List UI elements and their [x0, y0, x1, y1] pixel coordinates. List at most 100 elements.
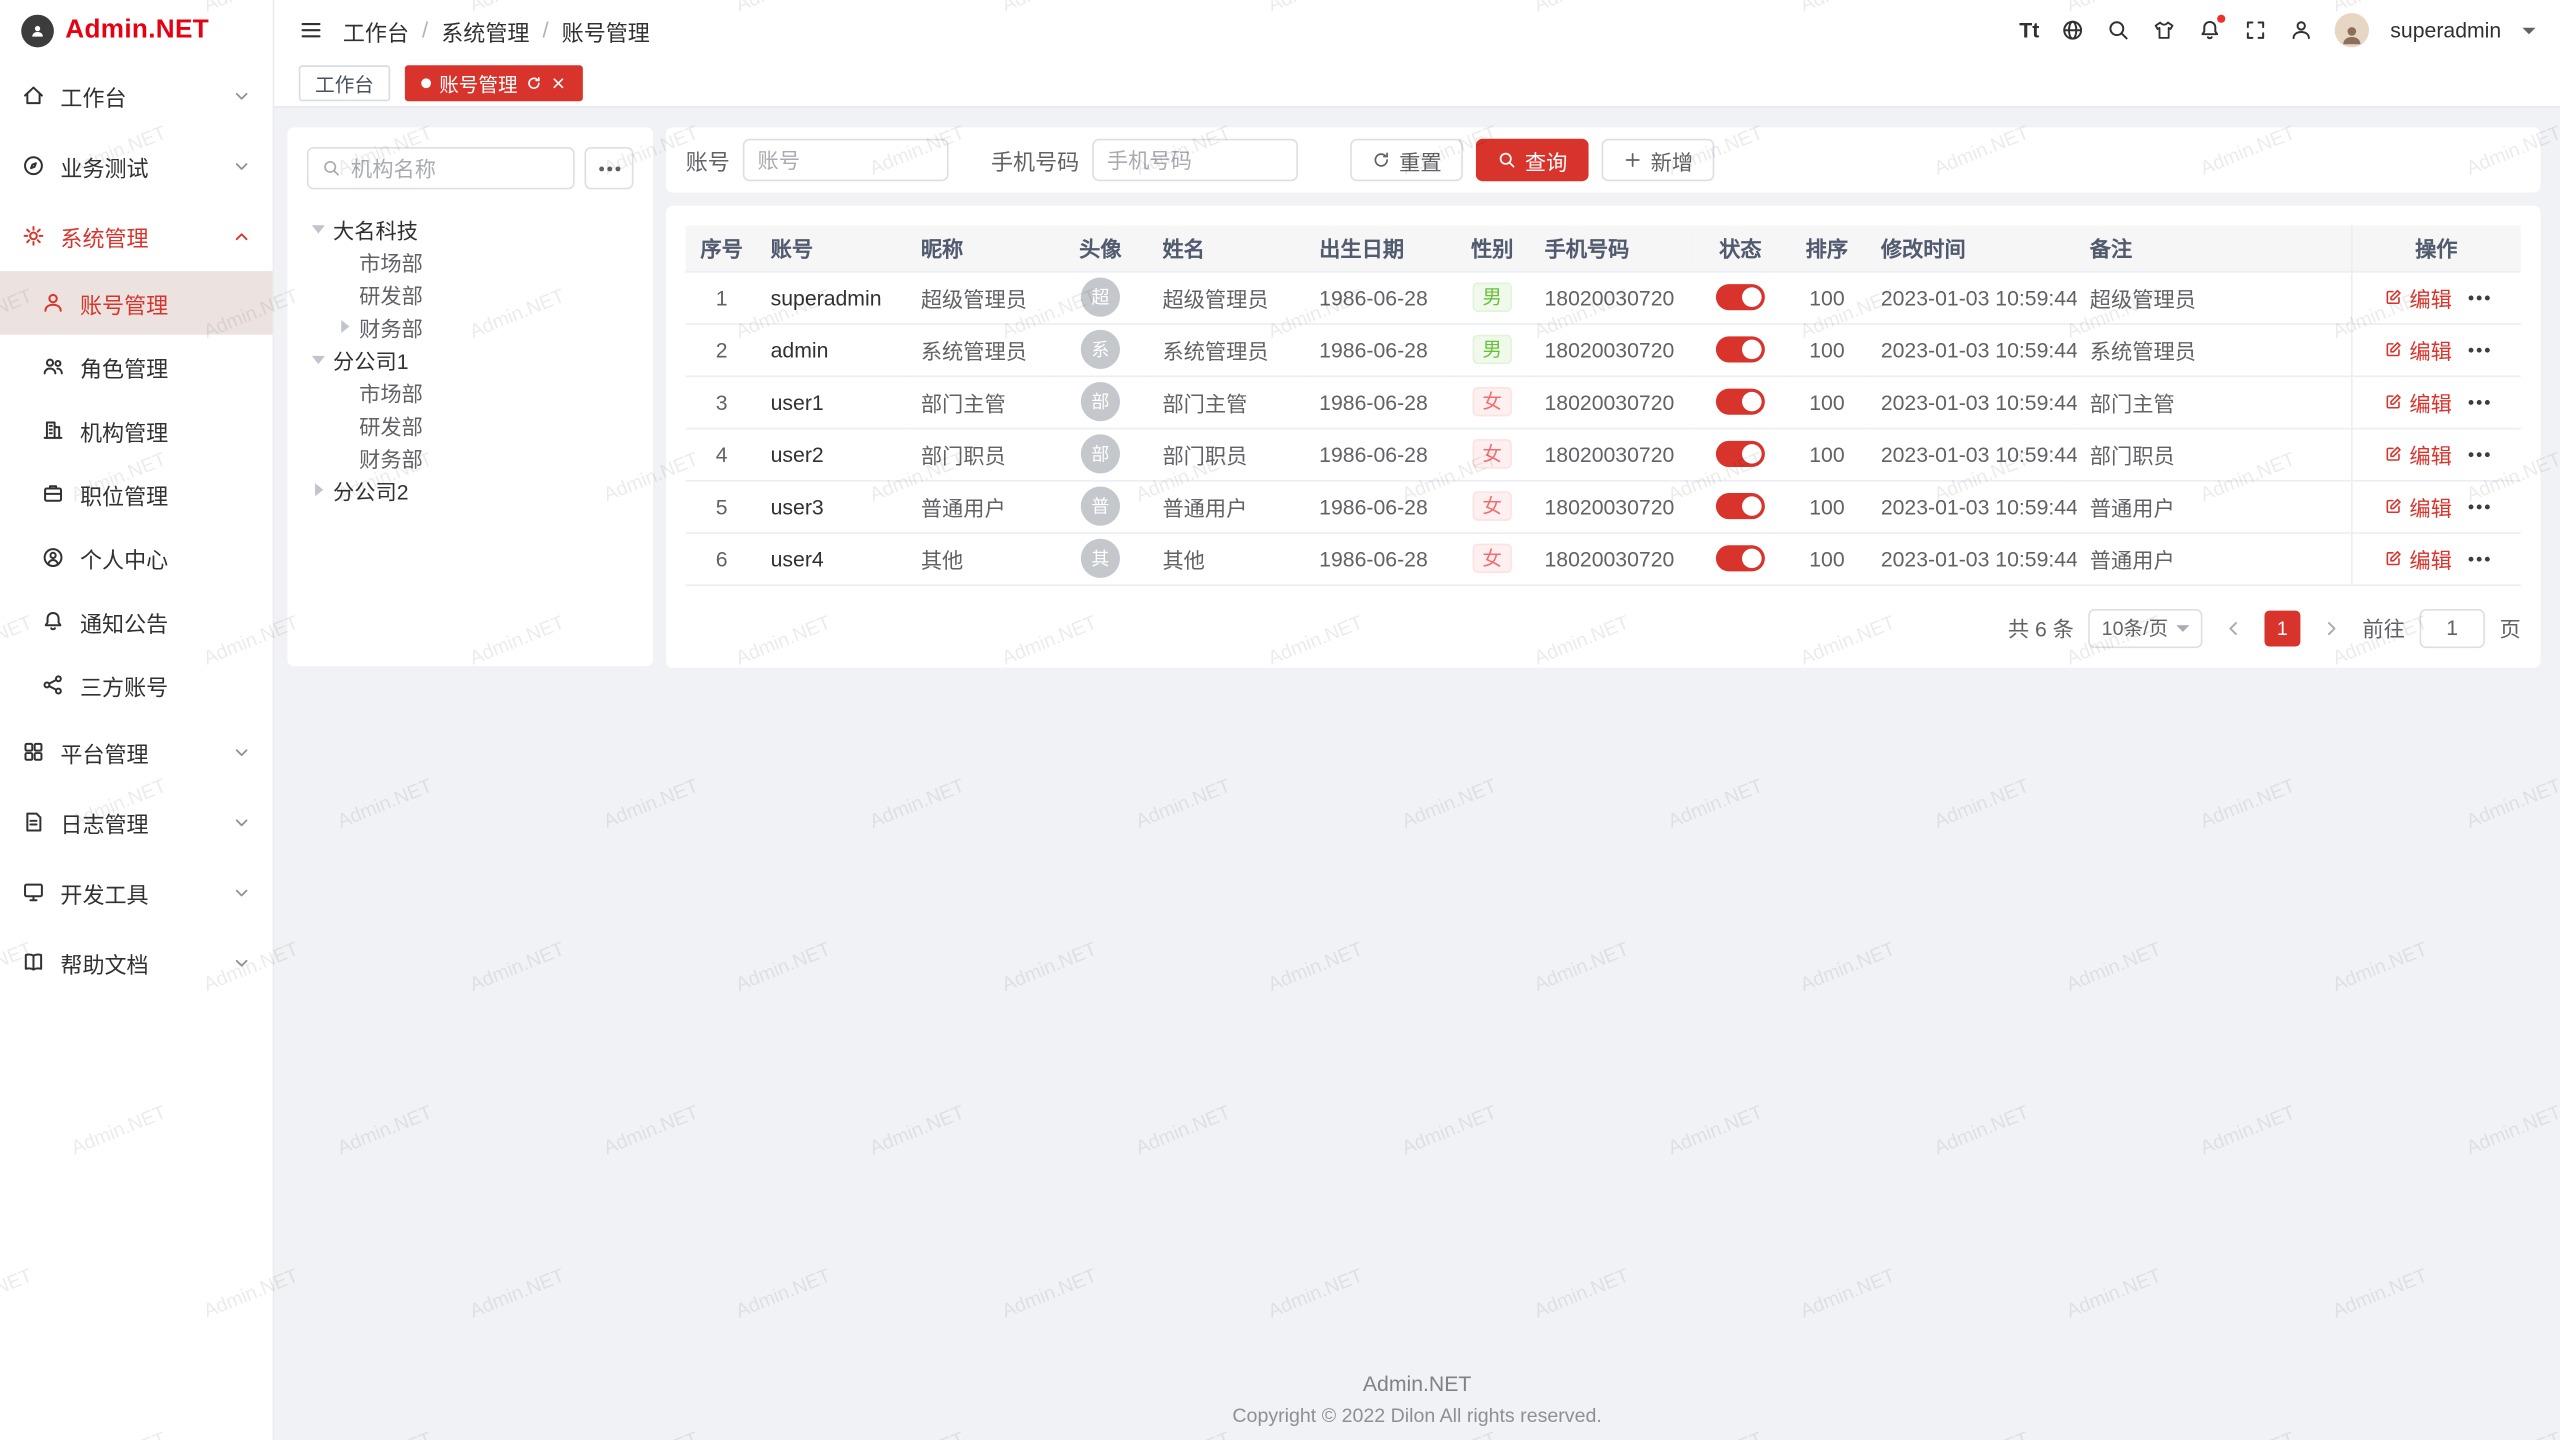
sidebar-item-third-party-account[interactable]: 三方账号 — [0, 653, 273, 717]
column-header: 性别 — [1453, 225, 1531, 271]
sidebar-item-system-management[interactable]: 系统管理 — [0, 201, 273, 271]
gender-badge: 女 — [1473, 491, 1512, 520]
pagination-total: 共 6 条 — [2008, 612, 2074, 643]
username[interactable]: superadmin — [2390, 18, 2501, 42]
sidebar-item-label: 通知公告 — [80, 605, 168, 638]
tree-node[interactable]: 财务部 — [307, 441, 634, 474]
tab-account-management[interactable]: 账号管理 — [405, 65, 583, 101]
notification-bell-icon[interactable] — [2198, 18, 2222, 42]
home-icon — [21, 83, 45, 107]
person-icon[interactable] — [2289, 18, 2313, 42]
document-icon — [21, 810, 45, 834]
briefcase-icon — [41, 482, 65, 506]
tree-node[interactable]: 市场部 — [307, 376, 634, 409]
caret-down-icon[interactable] — [307, 355, 330, 363]
row-avatar: 超 — [1081, 278, 1120, 317]
status-toggle[interactable] — [1716, 441, 1765, 467]
more-actions-button[interactable] — [2468, 504, 2489, 509]
sidebar-item-label: 开发工具 — [60, 876, 148, 909]
caret-right-icon[interactable] — [333, 320, 356, 333]
sidebar-item-log-management[interactable]: 日志管理 — [0, 787, 273, 857]
goto-page-input[interactable] — [2420, 608, 2485, 647]
next-page-button[interactable] — [2315, 610, 2348, 646]
chevron-down-icon[interactable] — [2522, 27, 2535, 34]
more-actions-button[interactable] — [2468, 399, 2489, 404]
status-toggle[interactable] — [1716, 337, 1765, 363]
more-actions-button[interactable] — [2468, 451, 2489, 456]
chevron-down-icon — [232, 156, 252, 176]
edit-button[interactable]: 编辑 — [2383, 543, 2452, 574]
sidebar-item-org-management[interactable]: 机构管理 — [0, 398, 273, 462]
footer: Admin.NET Copyright © 2022 Dilon All rig… — [274, 1371, 2560, 1427]
sidebar-item-notice[interactable]: 通知公告 — [0, 589, 273, 653]
add-button[interactable]: 新增 — [1602, 139, 1715, 181]
more-actions-button[interactable] — [2468, 295, 2489, 300]
status-toggle[interactable] — [1716, 494, 1765, 520]
search-button[interactable]: 查询 — [1476, 139, 1589, 181]
page-number-current[interactable]: 1 — [2264, 610, 2300, 646]
prev-page-button[interactable] — [2217, 610, 2250, 646]
book-icon — [21, 950, 45, 974]
more-actions-button[interactable] — [2468, 347, 2489, 352]
font-size-icon[interactable]: Tt — [2019, 18, 2039, 42]
caret-down-icon[interactable] — [307, 224, 330, 232]
avatar[interactable] — [2335, 13, 2369, 47]
tree-node[interactable]: 市场部 — [307, 245, 634, 278]
notification-badge — [2217, 15, 2225, 23]
bell-icon — [41, 609, 65, 633]
table-header-row: 序号 账号 昵称 头像 姓名 出生日期 性别 手机号码 状态 排序 修改时间 — [686, 225, 2521, 271]
page-size-select[interactable]: 10条/页 — [2089, 608, 2203, 647]
sidebar-item-account-management[interactable]: 账号管理 — [0, 271, 273, 335]
org-search-row — [307, 147, 634, 189]
gender-badge: 男 — [1473, 282, 1512, 311]
hamburger-menu-icon[interactable] — [299, 18, 323, 42]
account-filter-input[interactable] — [743, 139, 949, 181]
breadcrumb-item-current: 账号管理 — [562, 14, 650, 47]
theme-skin-icon[interactable] — [2152, 18, 2176, 42]
gender-badge: 女 — [1473, 387, 1512, 416]
org-search-input[interactable] — [351, 156, 560, 180]
reset-button[interactable]: 重置 — [1350, 139, 1463, 181]
breadcrumb-item[interactable]: 系统管理 — [441, 14, 529, 47]
sidebar-item-platform-management[interactable]: 平台管理 — [0, 717, 273, 787]
tree-node[interactable]: 分公司2 — [307, 473, 634, 506]
more-actions-button[interactable] — [2468, 556, 2489, 561]
sidebar-item-dev-tools[interactable]: 开发工具 — [0, 857, 273, 927]
phone-filter-input[interactable] — [1092, 139, 1298, 181]
sidebar-item-business-test[interactable]: 业务测试 — [0, 131, 273, 201]
gender-badge: 女 — [1473, 544, 1512, 573]
column-header: 出生日期 — [1306, 225, 1453, 271]
sidebar-item-personal-center[interactable]: 个人中心 — [0, 526, 273, 590]
caret-right-icon[interactable] — [307, 483, 330, 496]
topbar: 工作台 / 系统管理 / 账号管理 Tt — [274, 0, 2560, 60]
breadcrumb-item[interactable]: 工作台 — [343, 14, 409, 47]
edit-button[interactable]: 编辑 — [2383, 282, 2452, 313]
logo[interactable]: Admin.NET — [0, 0, 273, 60]
status-toggle[interactable] — [1716, 389, 1765, 415]
status-toggle[interactable] — [1716, 546, 1765, 572]
tree-node[interactable]: 财务部 — [307, 310, 634, 343]
sidebar-item-role-management[interactable]: 角色管理 — [0, 335, 273, 399]
org-more-button[interactable] — [584, 147, 633, 189]
tree-node[interactable]: 研发部 — [307, 278, 634, 311]
tree-node[interactable]: 研发部 — [307, 408, 634, 441]
sidebar-item-workbench[interactable]: 工作台 — [0, 60, 273, 130]
fullscreen-icon[interactable] — [2243, 18, 2267, 42]
close-icon[interactable] — [550, 75, 566, 91]
edit-button[interactable]: 编辑 — [2383, 386, 2452, 417]
sidebar-item-help-docs[interactable]: 帮助文档 — [0, 927, 273, 997]
org-tree: 大名科技 市场部 研发部 财务部 分公司1 市场部 研发部 财务部 分公司2 — [307, 212, 634, 506]
tree-node[interactable]: 分公司1 — [307, 343, 634, 376]
tab-workbench[interactable]: 工作台 — [299, 65, 390, 101]
edit-button[interactable]: 编辑 — [2383, 491, 2452, 522]
row-avatar: 部 — [1081, 434, 1120, 473]
tree-node[interactable]: 大名科技 — [307, 212, 634, 245]
edit-button[interactable]: 编辑 — [2383, 438, 2452, 469]
search-icon[interactable] — [2106, 18, 2130, 42]
sidebar-item-position-management[interactable]: 职位管理 — [0, 462, 273, 526]
status-toggle[interactable] — [1716, 285, 1765, 311]
refresh-icon[interactable] — [526, 75, 542, 91]
edit-button[interactable]: 编辑 — [2383, 334, 2452, 365]
globe-icon[interactable] — [2061, 18, 2085, 42]
sidebar-item-label: 帮助文档 — [60, 946, 148, 979]
